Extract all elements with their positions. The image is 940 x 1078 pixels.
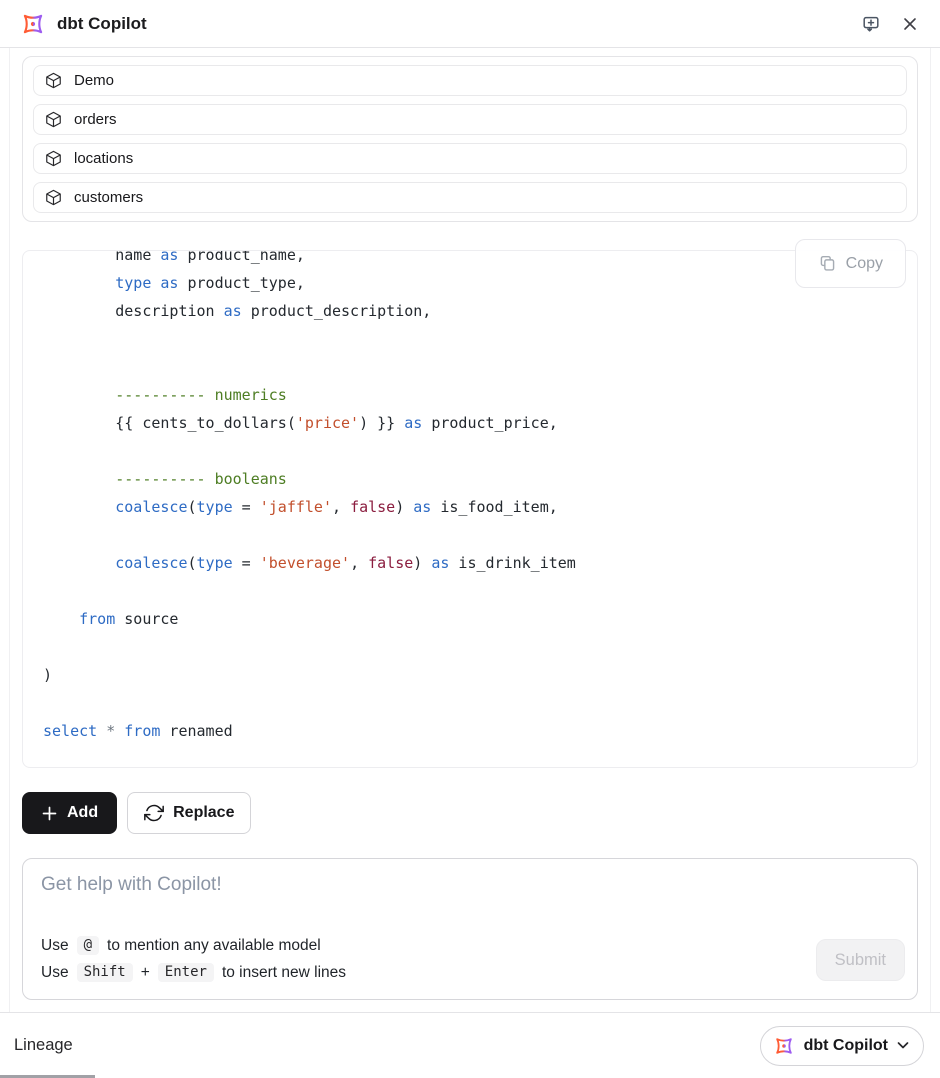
copilot-panel-header: dbt Copilot (0, 0, 940, 48)
code-actions-row: Add Replace (22, 792, 918, 834)
add-button[interactable]: Add (22, 792, 117, 834)
selected-models-panel: Demo orders locations c (22, 56, 918, 222)
hint-newline: Use Shift + Enter to insert new lines (41, 959, 346, 986)
replace-button-label: Replace (173, 804, 234, 822)
hint-text: to insert new lines (222, 964, 346, 982)
plus-icon (41, 805, 58, 822)
hint-plus: + (141, 964, 150, 982)
close-button[interactable] (896, 10, 924, 38)
prompt-input[interactable] (23, 859, 663, 917)
sql-code-lines: name as product_name, type as product_ty… (43, 250, 897, 745)
copilot-selector-label: dbt Copilot (804, 1037, 888, 1055)
tab-lineage[interactable]: Lineage (14, 1036, 73, 1055)
copy-icon (818, 254, 837, 273)
package-icon (44, 149, 63, 168)
close-icon (900, 14, 920, 34)
replace-button[interactable]: Replace (127, 792, 251, 834)
add-to-window-button[interactable] (857, 10, 885, 38)
code-suggestion-card: Copy name as product_name, type as produ… (22, 250, 918, 768)
hint-text: Use (41, 937, 69, 955)
sql-code-block[interactable]: name as product_name, type as product_ty… (22, 250, 918, 768)
at-keycap: @ (77, 936, 99, 955)
add-to-window-icon (861, 14, 881, 34)
model-chip-locations[interactable]: locations (33, 143, 907, 174)
submit-button[interactable]: Submit (816, 939, 905, 981)
refresh-icon (144, 803, 164, 823)
panel-title: dbt Copilot (57, 14, 147, 34)
prompt-hints: Use @ to mention any available model Use… (41, 932, 346, 986)
hint-text: Use (41, 964, 69, 982)
model-chip-label: locations (74, 150, 133, 167)
hint-mention: Use @ to mention any available model (41, 932, 346, 959)
dbt-logo-icon (20, 11, 46, 37)
copilot-scroll-area[interactable]: Demo orders locations c (9, 48, 931, 1012)
add-button-label: Add (67, 804, 98, 822)
package-icon (44, 188, 63, 207)
model-chip-label: orders (74, 111, 117, 128)
shift-keycap: Shift (77, 963, 133, 982)
panel-footer: Lineage dbt Copilot (0, 1012, 940, 1078)
copy-button-label: Copy (846, 255, 883, 273)
copilot-prompt-box: Use @ to mention any available model Use… (22, 858, 918, 1000)
dbt-logo-icon (773, 1035, 795, 1057)
model-chip-customers[interactable]: customers (33, 182, 907, 213)
package-icon (44, 71, 63, 90)
copilot-selector-button[interactable]: dbt Copilot (760, 1026, 924, 1066)
enter-keycap: Enter (158, 963, 214, 982)
model-chip-orders[interactable]: orders (33, 104, 907, 135)
package-icon (44, 110, 63, 129)
model-chip-label: customers (74, 189, 143, 206)
model-chip-demo[interactable]: Demo (33, 65, 907, 96)
chevron-down-icon (897, 1041, 909, 1050)
model-chip-label: Demo (74, 72, 114, 89)
copy-button[interactable]: Copy (795, 239, 906, 288)
hint-text: to mention any available model (107, 937, 321, 955)
